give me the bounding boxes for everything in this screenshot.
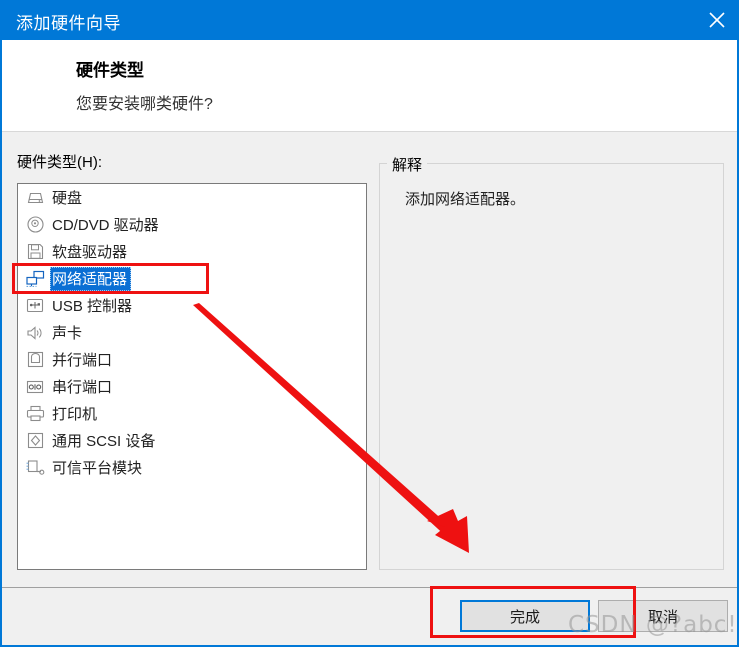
sound-card-icon [24, 323, 46, 343]
add-hardware-wizard-window: 添加硬件向导 硬件类型 您要安装哪类硬件? 硬件类型(H): 硬盘 CD/DVD… [0, 0, 739, 647]
list-item-label: 网络适配器 [50, 266, 132, 291]
list-item-scsi-device[interactable]: 通用 SCSI 设备 [18, 427, 366, 454]
floppy-disk-icon [24, 242, 46, 262]
list-item-hard-disk[interactable]: 硬盘 [18, 184, 366, 211]
hardware-type-label: 硬件类型(H): [17, 154, 102, 171]
list-item-sound-card[interactable]: 声卡 [18, 319, 366, 346]
scsi-device-icon [24, 431, 46, 451]
list-item-label: 打印机 [52, 405, 98, 423]
list-item-tpm[interactable]: 可信平台模块 [18, 454, 366, 481]
hard-disk-icon [24, 188, 46, 208]
hardware-type-listbox[interactable]: 硬盘 CD/DVD 驱动器 软盘驱动器 网络适配器 USB 控制器 声卡 并行端… [17, 183, 367, 570]
window-title: 添加硬件向导 [16, 14, 121, 33]
page-title: 硬件类型 [76, 61, 144, 80]
serial-port-icon [24, 377, 46, 397]
list-item-label: 硬盘 [52, 189, 83, 207]
list-item-cd-dvd-drive[interactable]: CD/DVD 驱动器 [18, 211, 366, 238]
list-item-label: USB 控制器 [52, 297, 133, 315]
close-button[interactable] [693, 0, 737, 40]
usb-controller-icon [24, 296, 46, 316]
explanation-groupbox [379, 163, 724, 570]
list-item-label: 通用 SCSI 设备 [52, 432, 156, 450]
explanation-text: 添加网络适配器。 [405, 191, 526, 208]
cd-dvd-icon [24, 215, 46, 235]
page-subtitle: 您要安装哪类硬件? [76, 96, 213, 113]
cancel-button[interactable]: 取消 [598, 600, 728, 632]
list-item-label: 串行端口 [52, 378, 113, 396]
list-item-label: 声卡 [52, 324, 83, 342]
list-item-label: 可信平台模块 [52, 459, 143, 477]
list-item-usb-controller[interactable]: USB 控制器 [18, 292, 366, 319]
explanation-legend: 解释 [387, 154, 428, 175]
finish-button[interactable]: 完成 [460, 600, 590, 632]
wizard-body: 硬件类型(H): 硬盘 CD/DVD 驱动器 软盘驱动器 网络适配器 USB 控… [2, 133, 737, 587]
wizard-header: 硬件类型 您要安装哪类硬件? [2, 40, 737, 132]
list-item-label: 并行端口 [52, 351, 113, 369]
printer-icon [24, 404, 46, 424]
list-item-network-adapter[interactable]: 网络适配器 [18, 265, 366, 292]
list-item-floppy-drive[interactable]: 软盘驱动器 [18, 238, 366, 265]
parallel-port-icon [24, 350, 46, 370]
list-item-label: CD/DVD 驱动器 [52, 216, 159, 234]
title-bar: 添加硬件向导 [2, 0, 737, 40]
tpm-icon [24, 458, 46, 478]
list-item-printer[interactable]: 打印机 [18, 400, 366, 427]
close-icon [706, 9, 728, 31]
list-item-parallel-port[interactable]: 并行端口 [18, 346, 366, 373]
list-item-serial-port[interactable]: 串行端口 [18, 373, 366, 400]
network-adapter-icon [24, 269, 46, 289]
list-item-label: 软盘驱动器 [52, 243, 128, 261]
wizard-footer: 完成 取消 [2, 588, 737, 645]
